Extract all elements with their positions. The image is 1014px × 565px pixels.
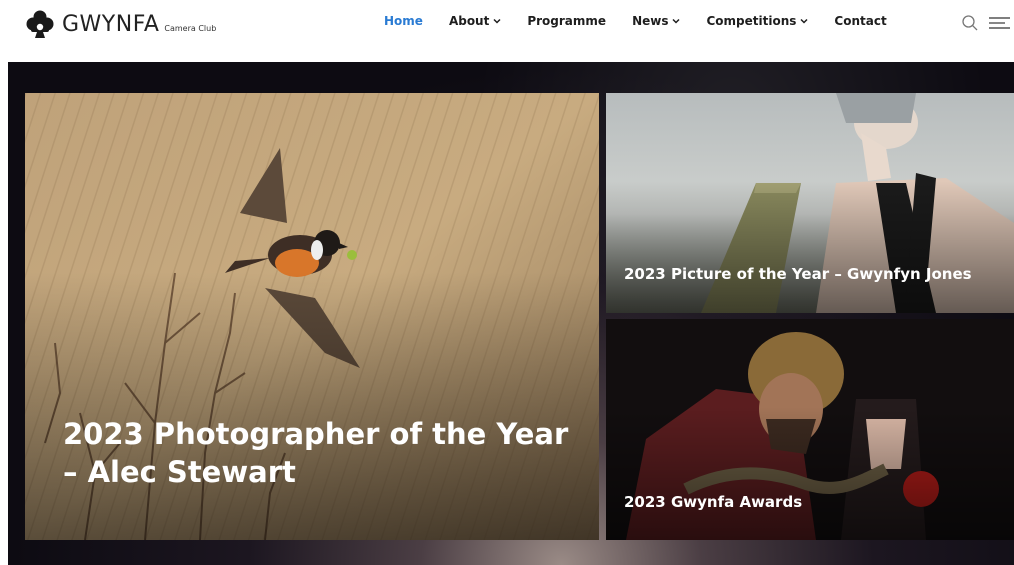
site-header: GWYNFA Camera Club Home About Programme … xyxy=(0,0,1014,60)
featured-post-title[interactable]: 2023 Gwynfa Awards xyxy=(624,493,802,511)
nav-item-label: Competitions xyxy=(706,14,797,28)
chevron-down-icon xyxy=(800,18,808,24)
card-overlay xyxy=(606,181,1014,313)
card-overlay xyxy=(606,407,1014,540)
featured-post-main[interactable]: 2023 Photographer of the Year – Alec Ste… xyxy=(25,93,599,540)
club-suit-camera-icon xyxy=(26,10,54,38)
brand-name: GWYNFA xyxy=(62,11,160,37)
nav-item-contact[interactable]: Contact xyxy=(834,14,886,28)
featured-post-title[interactable]: 2023 Photographer of the Year – Alec Ste… xyxy=(63,415,583,491)
card-overlay xyxy=(25,271,599,540)
brand-logo-link[interactable]: GWYNFA Camera Club xyxy=(24,8,216,40)
nav-item-programme[interactable]: Programme xyxy=(527,14,606,28)
chevron-down-icon xyxy=(672,18,681,24)
nav-item-about[interactable]: About xyxy=(449,14,501,28)
nav-item-label: About xyxy=(448,14,490,28)
nav-item-competitions[interactable]: Competitions xyxy=(706,14,808,28)
nav-item-label: Programme xyxy=(527,14,607,28)
nav-item-label: News xyxy=(632,14,669,28)
nav-item-news[interactable]: News xyxy=(632,14,681,28)
search-icon[interactable] xyxy=(960,13,980,33)
main-navigation: Home About Programme News Competitions C… xyxy=(384,14,913,28)
featured-post-awards[interactable]: 2023 Gwynfa Awards xyxy=(606,319,1014,540)
menu-icon[interactable] xyxy=(986,13,1010,33)
header-tools xyxy=(954,13,1010,33)
featured-post-picture-of-year[interactable]: 2023 Picture of the Year – Gwynfyn Jones xyxy=(606,93,1014,313)
nav-item-label: Home xyxy=(384,14,423,28)
chevron-down-icon xyxy=(493,18,501,24)
nav-item-home[interactable]: Home xyxy=(384,14,423,28)
nav-item-label: Contact xyxy=(834,14,887,28)
featured-post-title[interactable]: 2023 Picture of the Year – Gwynfyn Jones xyxy=(624,265,972,283)
brand-subtitle: Camera Club xyxy=(164,24,217,33)
